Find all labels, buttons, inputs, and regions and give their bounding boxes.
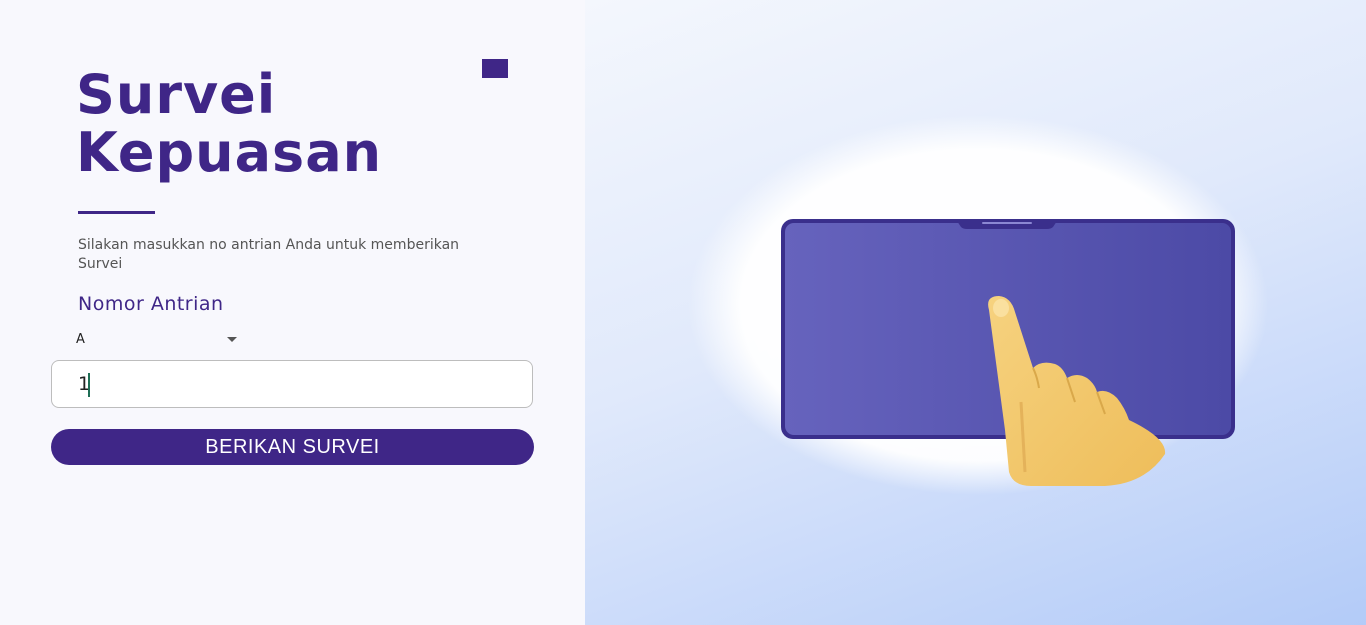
queue-number-label: Nomor Antrian [78,293,224,315]
title-line-2: Kepuasan [76,121,383,184]
decorative-square [482,59,508,78]
survey-form-panel: Survei Kepuasan Silakan masukkan no antr… [0,0,585,625]
queue-prefix-value: A [76,332,85,347]
submit-survey-button[interactable]: BERIKAN SURVEI [51,429,534,465]
hand-tapping-tablet-illustration [688,115,1268,495]
illustration-panel [585,0,1366,625]
queue-prefix-select[interactable]: A [76,330,239,350]
title-line-1: Survei [76,63,277,126]
instruction-text: Silakan masukkan no antrian Anda untuk m… [78,237,460,272]
queue-number-input[interactable]: 1 [51,360,533,408]
title-divider [78,211,155,214]
survey-page: Survei Kepuasan Silakan masukkan no antr… [0,0,1366,625]
page-title: Survei Kepuasan [76,66,382,182]
text-caret [88,373,90,397]
chevron-down-icon [227,337,237,342]
tablet-speaker [982,222,1032,224]
